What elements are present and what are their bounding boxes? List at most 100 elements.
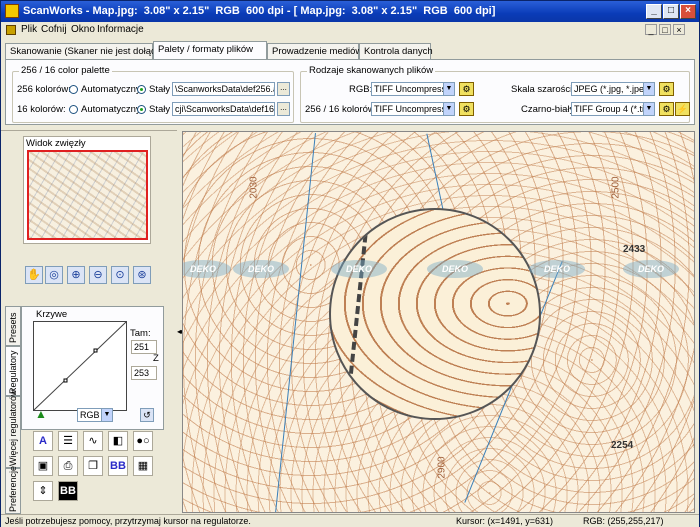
watermark: DEKO: [183, 260, 231, 278]
formats-group-title: Rodzaje skanowanych plików: [307, 65, 436, 76]
tab-palety[interactable]: Palety / formaty plików: [153, 41, 267, 60]
channel-value: RGB: [80, 410, 100, 420]
minimize-button[interactable]: _: [646, 4, 662, 19]
gray-settings-icon[interactable]: ⚙: [659, 82, 674, 96]
palette-group: 256 / 16 color palette 256 kolorów: Auto…: [12, 65, 294, 123]
browse-256-button[interactable]: ...: [277, 82, 290, 96]
arrow-up-icon[interactable]: ▲: [35, 408, 49, 421]
zoom-window-icon[interactable]: ⊛: [133, 266, 151, 284]
image-canvas[interactable]: DEKO DEKO DEKO DEKO DEKO DEKO 2433 2254 …: [182, 131, 695, 513]
chevron-down-icon: ▼: [643, 83, 654, 95]
rgb-settings-icon[interactable]: ⚙: [459, 82, 474, 96]
chevron-down-icon: ▼: [443, 103, 454, 115]
magnifier-lens[interactable]: [329, 208, 541, 420]
radio-16-fixed-label: Stały: [149, 104, 171, 115]
radio-256-fixed[interactable]: [137, 85, 146, 94]
palette-256-path[interactable]: \ScanworksData\def256.apt: [172, 82, 275, 96]
curve-input-value[interactable]: 253: [131, 366, 157, 380]
zoom-in-icon[interactable]: ⊕: [67, 266, 85, 284]
chevron-down-icon: ▼: [101, 409, 112, 421]
rgb-format-select[interactable]: TIFF Uncompressed ▼: [371, 82, 455, 96]
tab-presets-label: Presets: [8, 312, 18, 343]
panel-splitter[interactable]: ◂▸: [177, 131, 185, 513]
channel-select[interactable]: RGB ▼: [77, 408, 113, 422]
vertical-tab-strip: Presets Regulatory Więcej regulatorów Pr…: [5, 306, 21, 516]
bb-black-icon[interactable]: BB: [58, 481, 78, 501]
curve-graph[interactable]: [33, 321, 127, 411]
app-icon[interactable]: [5, 4, 19, 18]
bw-format-select[interactable]: TIFF Group 4 (*.tif, *. ▼: [571, 102, 655, 116]
zoom-actual-icon[interactable]: ⊙: [111, 266, 129, 284]
radio-256-auto-label: Automatyczny: [81, 84, 141, 95]
magnified-road: [343, 210, 371, 418]
status-help: Jeśli potrzebujesz pomocy, przytrzymaj k…: [5, 516, 251, 526]
dots-icon[interactable]: ●○: [133, 431, 153, 451]
levels-icon[interactable]: ☰: [58, 431, 78, 451]
arrows-icon[interactable]: ⇕: [33, 481, 53, 501]
bw-settings-icon[interactable]: ⚙: [659, 102, 674, 116]
gray-format-value: JPEG (*.jpg, *.jpeg): [574, 84, 653, 94]
curve-editor[interactable]: [33, 321, 127, 411]
mdi-minimize-button[interactable]: _: [645, 24, 657, 35]
color-grid-icon[interactable]: ▦: [133, 456, 153, 476]
tab-prowadzenie[interactable]: Prowadzenie mediów: [267, 43, 362, 59]
bb-blue-icon[interactable]: BB: [108, 456, 128, 476]
tab-kontrola[interactable]: Kontrola danych: [359, 43, 433, 59]
palette-settings-icon[interactable]: ⚙: [459, 102, 474, 116]
watermark: DEKO: [427, 260, 483, 278]
curves-icon[interactable]: ∿: [83, 431, 103, 451]
document-icon[interactable]: ❐: [83, 456, 103, 476]
tab-skanowanie[interactable]: Skanowanie (Skaner nie jest dołączony): [5, 43, 179, 59]
app-window: ScanWorks - Map.jpg: 3.08" x 2.15" RGB 6…: [0, 0, 700, 527]
elevation-label: 2500: [610, 176, 622, 199]
tab-more-regulators[interactable]: Więcej regulatorów: [5, 389, 21, 468]
tab-presets[interactable]: Presets: [5, 306, 21, 346]
preview-panel: Widok zwięzły: [23, 136, 151, 244]
left-panel: Widok zwięzły ✋ ◎ ⊕ ⊖ ⊙ ⊛ Presets Regula…: [1, 130, 177, 514]
radio-16-fixed[interactable]: [137, 105, 146, 114]
elevation-label: 2030: [248, 176, 260, 199]
map-river: [275, 132, 316, 512]
reset-curve-icon[interactable]: ↺: [140, 408, 154, 422]
status-bar: Jeśli potrzebujesz pomocy, przytrzymaj k…: [1, 514, 699, 527]
menu-informacje[interactable]: Informacje: [97, 24, 144, 35]
menu-cofnij[interactable]: Cofnij: [41, 24, 67, 35]
formats-group: Rodzaje skanowanych plików RGB: TIFF Unc…: [300, 65, 690, 123]
mdi-close-button[interactable]: ×: [673, 24, 685, 35]
title-bar[interactable]: ScanWorks - Map.jpg: 3.08" x 2.15" RGB 6…: [1, 1, 699, 22]
tab-panel: 256 / 16 color palette 256 kolorów: Auto…: [5, 59, 695, 125]
browse-16-button[interactable]: ...: [277, 102, 290, 116]
text-adjust-icon[interactable]: A: [33, 431, 53, 451]
close-button[interactable]: ×: [680, 4, 696, 19]
menu-bar: Plik Cofnij Okno Informacje _ □ ×: [1, 22, 699, 39]
zoom-out-icon[interactable]: ⊖: [89, 266, 107, 284]
menu-plik[interactable]: Plik: [21, 24, 37, 35]
print-icon[interactable]: ⎙: [58, 456, 78, 476]
hand-tool-icon[interactable]: ✋: [25, 266, 43, 284]
rgb-label: RGB:: [349, 84, 373, 95]
watermark: DEKO: [529, 260, 585, 278]
tab-preferences[interactable]: Preferencje: [5, 465, 21, 514]
contrast-icon[interactable]: ◧: [108, 431, 128, 451]
elevation-label: 2433: [623, 244, 646, 255]
document-icon[interactable]: [6, 25, 16, 35]
radio-16-auto[interactable]: [69, 105, 78, 114]
image-icon[interactable]: ▣: [33, 456, 53, 476]
curve-axis-label: Z: [153, 353, 159, 364]
gray-format-select[interactable]: JPEG (*.jpg, *.jpeg) ▼: [571, 82, 655, 96]
tam-label: Tam:: [130, 328, 151, 339]
curves-title: Krzywe: [36, 309, 68, 320]
radio-16-auto-label: Automatyczny: [81, 104, 141, 115]
radio-256-auto[interactable]: [69, 85, 78, 94]
gray-label: Skala szarości:: [511, 84, 575, 95]
palette-format-select[interactable]: TIFF Uncompressed ▼: [371, 102, 455, 116]
menu-okno[interactable]: Okno: [71, 24, 95, 35]
maximize-button[interactable]: □: [663, 4, 679, 19]
lightning-icon[interactable]: ⚡: [675, 102, 690, 116]
preview-thumbnail[interactable]: [27, 150, 148, 240]
curve-output-value[interactable]: 251: [131, 340, 157, 354]
fit-view-icon[interactable]: ◎: [45, 266, 63, 284]
mdi-restore-button[interactable]: □: [659, 24, 671, 35]
palette-16-path[interactable]: cji\ScanworksData\def16.apt: [172, 102, 275, 116]
tab-preferences-label: Preferencje: [8, 465, 18, 512]
